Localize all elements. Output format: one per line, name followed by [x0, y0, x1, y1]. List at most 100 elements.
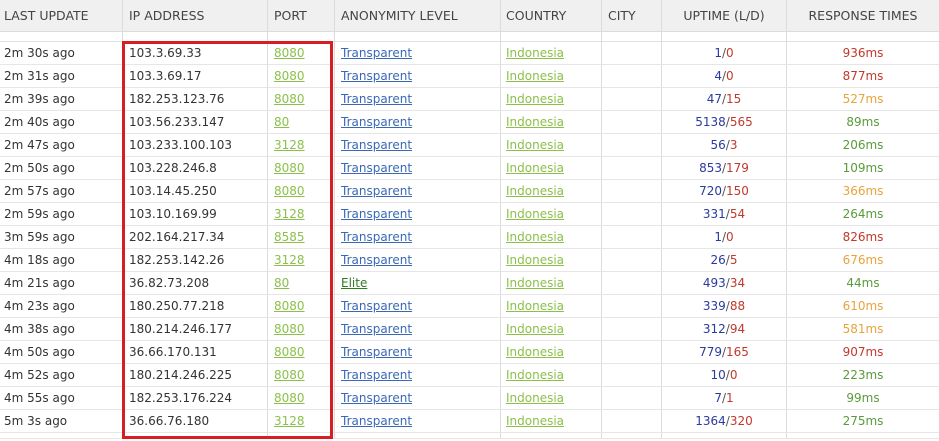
anonymity-link[interactable]: Transparent	[341, 207, 412, 221]
table-row[interactable]: 4m 18s ago 182.253.142.26 3128 Transparent I…	[0, 249, 939, 272]
country-link[interactable]: Indonesia	[506, 184, 564, 198]
anonymity-link[interactable]: Transparent	[341, 138, 412, 152]
response-time-cell: 89ms	[846, 115, 880, 129]
port-link[interactable]: 80	[274, 276, 289, 290]
port-link[interactable]: 8585	[274, 230, 305, 244]
table-row[interactable]: 4m 23s ago 180.250.77.218 8080 Transparent I…	[0, 295, 939, 318]
table-row[interactable]: 2m 59s ago 103.10.169.99 3128 Transparent In…	[0, 203, 939, 226]
table-row[interactable]: 4m 50s ago 36.66.170.131 8080 Transparent In…	[0, 341, 939, 364]
port-link[interactable]: 8080	[274, 161, 305, 175]
anonymity-cell: Transparent	[335, 387, 501, 409]
table-row[interactable]: 2m 40s ago 103.56.233.147 80 Transparent Ind…	[0, 111, 939, 134]
anonymity-link[interactable]: Transparent	[341, 115, 412, 129]
uptime-live: 720	[699, 184, 722, 198]
anonymity-link[interactable]: Transparent	[341, 299, 412, 313]
country-link[interactable]: Indonesia	[506, 207, 564, 221]
country-link[interactable]: Indonesia	[506, 299, 564, 313]
anonymity-link[interactable]: Transparent	[341, 391, 412, 405]
anonymity-link[interactable]: Transparent	[341, 161, 412, 175]
anonymity-link[interactable]: Transparent	[341, 69, 412, 83]
port-link[interactable]: 3128	[274, 253, 305, 267]
uptime-dead: 0	[729, 368, 738, 382]
anonymity-cell: Transparent	[335, 134, 501, 156]
table-row[interactable]: 4m 38s ago 180.214.246.177 8080 Transparent…	[0, 318, 939, 341]
last-update-cell: 2m 31s ago	[0, 65, 123, 87]
country-link[interactable]: Indonesia	[506, 138, 564, 152]
country-link[interactable]: Indonesia	[506, 161, 564, 175]
port-link[interactable]: 8080	[274, 69, 305, 83]
anonymity-link[interactable]: Transparent	[341, 184, 412, 198]
country-link[interactable]: Indonesia	[506, 115, 564, 129]
country-cell: Indonesia	[501, 226, 602, 248]
port-cell: 8080	[268, 42, 335, 64]
port-link[interactable]: 80	[274, 115, 289, 129]
country-link[interactable]: Indonesia	[506, 253, 564, 267]
table-row[interactable]: 5m 3s ago 36.66.76.180 3128 Transparent Indo…	[0, 410, 939, 433]
column-header-last-update[interactable]: LAST UPDATE	[0, 0, 123, 31]
column-header-uptime[interactable]: UPTIME (L/D)	[662, 0, 787, 31]
country-link[interactable]: Indonesia	[506, 391, 564, 405]
table-row[interactable]: 2m 50s ago 103.228.246.8 8080 Transparent In…	[0, 157, 939, 180]
uptime-cell: 7/1	[662, 387, 787, 409]
table-row[interactable]: 2m 47s ago 103.233.100.103 3128 Transparent…	[0, 134, 939, 157]
column-header-ip-address[interactable]: IP ADDRESS	[123, 0, 268, 31]
ip-address-cell: 103.56.233.147	[123, 111, 268, 133]
port-link[interactable]: 8080	[274, 46, 305, 60]
column-header-country[interactable]: COUNTRY	[501, 0, 602, 31]
anonymity-link[interactable]: Transparent	[341, 322, 412, 336]
anonymity-link[interactable]: Transparent	[341, 230, 412, 244]
country-link[interactable]: Indonesia	[506, 230, 564, 244]
country-link[interactable]: Indonesia	[506, 368, 564, 382]
uptime-dead: 5	[729, 253, 738, 267]
city-cell	[602, 134, 662, 156]
anonymity-link[interactable]: Transparent	[341, 46, 412, 60]
country-link[interactable]: Indonesia	[506, 46, 564, 60]
column-header-city[interactable]: CITY	[602, 0, 662, 31]
table-row[interactable]: 2m 39s ago 182.253.123.76 8080 Transparent I…	[0, 88, 939, 111]
country-link[interactable]: Indonesia	[506, 345, 564, 359]
table-row[interactable]: 2m 30s ago 103.3.69.33 8080 Transparent Indo…	[0, 42, 939, 65]
anonymity-link[interactable]: Transparent	[341, 92, 412, 106]
last-update-cell: 4m 55s ago	[0, 387, 123, 409]
uptime-live: 493	[702, 276, 726, 290]
table-row[interactable]: 2m 31s ago 103.3.69.17 8080 Transparent Indo…	[0, 65, 939, 88]
port-link[interactable]: 3128	[274, 414, 305, 428]
port-cell: 8585	[268, 226, 335, 248]
port-link[interactable]: 8080	[274, 322, 305, 336]
ip-address-cell: 182.253.176.224	[123, 387, 268, 409]
table-row[interactable]: 4m 21s ago 36.82.73.208 80 Elite Indonesia 49…	[0, 272, 939, 295]
port-link[interactable]: 8080	[274, 92, 305, 106]
anonymity-link[interactable]: Elite	[341, 276, 367, 290]
port-cell: 3128	[268, 410, 335, 432]
country-link[interactable]: Indonesia	[506, 69, 564, 83]
table-row[interactable]: 2m 57s ago 103.14.45.250 8080 Transparent In…	[0, 180, 939, 203]
table-row[interactable]: 4m 52s ago 180.214.246.225 8080 Transparent…	[0, 364, 939, 387]
port-link[interactable]: 8080	[274, 368, 305, 382]
anonymity-link[interactable]: Transparent	[341, 414, 412, 428]
anonymity-link[interactable]: Transparent	[341, 253, 412, 267]
uptime-cell: 312/94	[662, 318, 787, 340]
table-row[interactable]: 3m 59s ago 202.164.217.34 8585 Transparent I…	[0, 226, 939, 249]
port-cell: 3128	[268, 134, 335, 156]
country-link[interactable]: Indonesia	[506, 322, 564, 336]
table-row[interactable]: 4m 55s ago 182.253.176.224 8080 Transparent…	[0, 387, 939, 410]
port-link[interactable]: 8080	[274, 345, 305, 359]
anonymity-link[interactable]: Transparent	[341, 368, 412, 382]
port-cell: 80	[268, 272, 335, 294]
port-link[interactable]: 3128	[274, 138, 305, 152]
column-header-anonymity-level[interactable]: ANONYMITY LEVEL	[335, 0, 501, 31]
country-link[interactable]: Indonesia	[506, 276, 564, 290]
uptime-dead: 54	[729, 207, 746, 221]
port-link[interactable]: 3128	[274, 207, 305, 221]
country-link[interactable]: Indonesia	[506, 414, 564, 428]
column-header-port[interactable]: PORT	[268, 0, 335, 31]
anonymity-link[interactable]: Transparent	[341, 345, 412, 359]
country-link[interactable]: Indonesia	[506, 92, 564, 106]
port-link[interactable]: 8080	[274, 299, 305, 313]
last-update-cell: 4m 23s ago	[0, 295, 123, 317]
column-header-response-times[interactable]: RESPONSE TIMES	[787, 0, 939, 31]
port-link[interactable]: 8080	[274, 184, 305, 198]
port-link[interactable]: 8080	[274, 391, 305, 405]
city-cell	[602, 111, 662, 133]
table-header: LAST UPDATE IP ADDRESS PORT ANONYMITY LE…	[0, 0, 939, 32]
